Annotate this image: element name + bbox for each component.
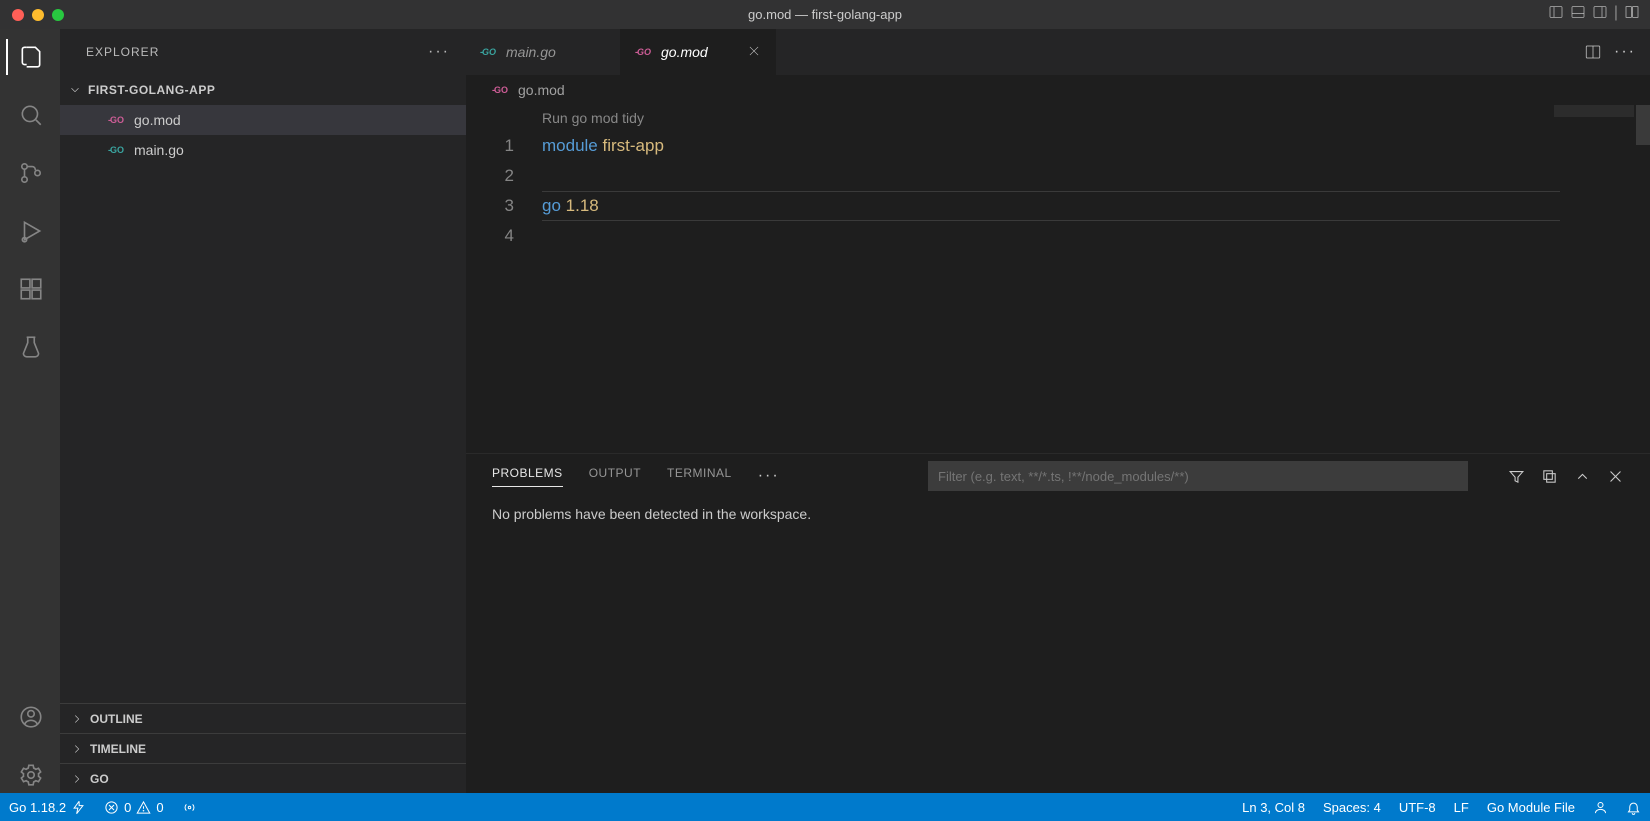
problems-filter-input[interactable] <box>928 461 1468 491</box>
layout-controls: | <box>1548 4 1650 25</box>
status-problems[interactable]: 0 0 <box>95 793 172 821</box>
breadcrumb-file: go.mod <box>518 82 565 98</box>
titlebar: go.mod — first-golang-app | <box>0 0 1650 29</box>
activity-extensions[interactable] <box>6 271 54 307</box>
workspace-folder[interactable]: FIRST-GOLANG-APP <box>60 75 466 105</box>
line-gutter: 1234 <box>466 105 542 453</box>
toggle-panel-left-icon[interactable] <box>1548 4 1564 25</box>
editor-group: GO main.go GO go.mod ··· GO go.mod 1234 Run … <box>466 29 1650 793</box>
bell-icon <box>1626 800 1641 815</box>
window-title: go.mod — first-golang-app <box>748 7 902 22</box>
panel-tab-problems[interactable]: PROBLEMS <box>492 466 563 487</box>
panel-tabs: PROBLEMS OUTPUT TERMINAL ··· <box>466 454 1650 498</box>
workspace-folder-name: FIRST-GOLANG-APP <box>88 83 215 97</box>
activity-accounts[interactable] <box>6 699 54 735</box>
status-feedback[interactable] <box>1584 793 1617 821</box>
sidebar-section-outline[interactable]: OUTLINE <box>60 703 466 733</box>
file-item-main-go[interactable]: GO main.go <box>60 135 466 165</box>
tab-more-icon[interactable]: ··· <box>1614 43 1636 61</box>
panel-more-icon[interactable]: ··· <box>758 467 780 485</box>
activity-testing[interactable] <box>6 329 54 365</box>
go-file-icon: GO <box>480 46 498 58</box>
code-line-1[interactable]: module first-app <box>542 131 1638 161</box>
tab-go-mod[interactable]: GO go.mod <box>621 29 776 75</box>
status-cursor[interactable]: Ln 3, Col 8 <box>1233 793 1314 821</box>
status-go-version[interactable]: Go 1.18.2 <box>0 793 95 821</box>
lightning-icon <box>71 800 86 815</box>
activity-settings[interactable] <box>6 757 54 793</box>
code-line-2[interactable] <box>542 161 1638 191</box>
file-item-go-mod[interactable]: GO go.mod <box>60 105 466 135</box>
code-editor[interactable]: 1234 Run go mod tidymodule first-app go … <box>466 105 1650 453</box>
window-minimize-icon[interactable] <box>32 9 44 21</box>
codelens-run-tidy[interactable]: Run go mod tidy <box>542 105 1638 131</box>
filter-icon[interactable] <box>1508 468 1525 485</box>
minimap[interactable] <box>1554 105 1650 453</box>
go-file-icon: GO <box>635 46 653 58</box>
chevron-down-icon <box>68 83 82 97</box>
toggle-panel-right-icon[interactable] <box>1592 4 1608 25</box>
status-language[interactable]: Go Module File <box>1478 793 1584 821</box>
panel-tab-output[interactable]: OUTPUT <box>589 466 641 486</box>
feedback-icon <box>1593 800 1608 815</box>
chevron-right-icon <box>70 772 84 786</box>
editor-tabs: GO main.go GO go.mod ··· <box>466 29 1650 75</box>
status-notifications[interactable] <box>1617 793 1650 821</box>
explorer-sidebar: EXPLORER ··· FIRST-GOLANG-APP GOgo.modGO… <box>60 29 466 793</box>
sidebar-section-go[interactable]: GO <box>60 763 466 793</box>
bottom-panel: PROBLEMS OUTPUT TERMINAL ··· No problems ha… <box>466 453 1650 793</box>
status-bar: Go 1.18.2 0 0 Ln 3, Col 8 Spaces: 4 UTF-… <box>0 793 1650 821</box>
file-name: main.go <box>134 142 184 158</box>
status-eol[interactable]: LF <box>1445 793 1478 821</box>
error-icon <box>104 800 119 815</box>
file-name: go.mod <box>134 112 181 128</box>
tab-label: main.go <box>506 44 556 60</box>
window-maximize-icon[interactable] <box>52 9 64 21</box>
window-close-icon[interactable] <box>12 9 24 21</box>
code-line-4[interactable] <box>542 221 1638 251</box>
sidebar-section-timeline[interactable]: TIMELINE <box>60 733 466 763</box>
problems-message: No problems have been detected in the wo… <box>466 498 1650 530</box>
status-encoding[interactable]: UTF-8 <box>1390 793 1445 821</box>
panel-tab-terminal[interactable]: TERMINAL <box>667 466 732 486</box>
split-editor-icon[interactable] <box>1584 43 1602 61</box>
status-indent[interactable]: Spaces: 4 <box>1314 793 1390 821</box>
tab-main-go[interactable]: GO main.go <box>466 29 621 75</box>
activity-bar <box>0 29 60 793</box>
layout-divider: | <box>1614 4 1618 25</box>
toggle-panel-bottom-icon[interactable] <box>1570 4 1586 25</box>
customize-layout-icon[interactable] <box>1624 4 1640 25</box>
file-tree: GO go.mod GO main.go <box>60 105 466 703</box>
go-file-icon: GO <box>108 114 126 126</box>
activity-explorer[interactable] <box>6 39 54 75</box>
minimap-slider[interactable] <box>1636 105 1650 145</box>
close-panel-icon[interactable] <box>1607 468 1624 485</box>
collapse-all-icon[interactable] <box>1541 468 1558 485</box>
chevron-up-icon[interactable] <box>1574 468 1591 485</box>
breadcrumb[interactable]: GO go.mod <box>466 75 1650 105</box>
warning-icon <box>136 800 151 815</box>
close-tab-icon[interactable] <box>747 44 761 61</box>
broadcast-icon <box>182 800 197 815</box>
chevron-right-icon <box>70 712 84 726</box>
activity-run-debug[interactable] <box>6 213 54 249</box>
activity-source-control[interactable] <box>6 155 54 191</box>
status-live-share[interactable] <box>173 793 206 821</box>
code-line-3[interactable]: go 1.18 <box>542 191 1638 221</box>
activity-search[interactable] <box>6 97 54 133</box>
chevron-right-icon <box>70 742 84 756</box>
explorer-more-icon[interactable]: ··· <box>428 43 450 61</box>
code-lines[interactable]: Run go mod tidymodule first-app go 1.18 <box>542 105 1650 453</box>
go-file-icon: GO <box>108 144 126 156</box>
go-mod-icon: GO <box>492 84 510 96</box>
explorer-title: EXPLORER <box>86 45 159 59</box>
window-controls <box>0 9 64 21</box>
tab-label: go.mod <box>661 44 708 60</box>
